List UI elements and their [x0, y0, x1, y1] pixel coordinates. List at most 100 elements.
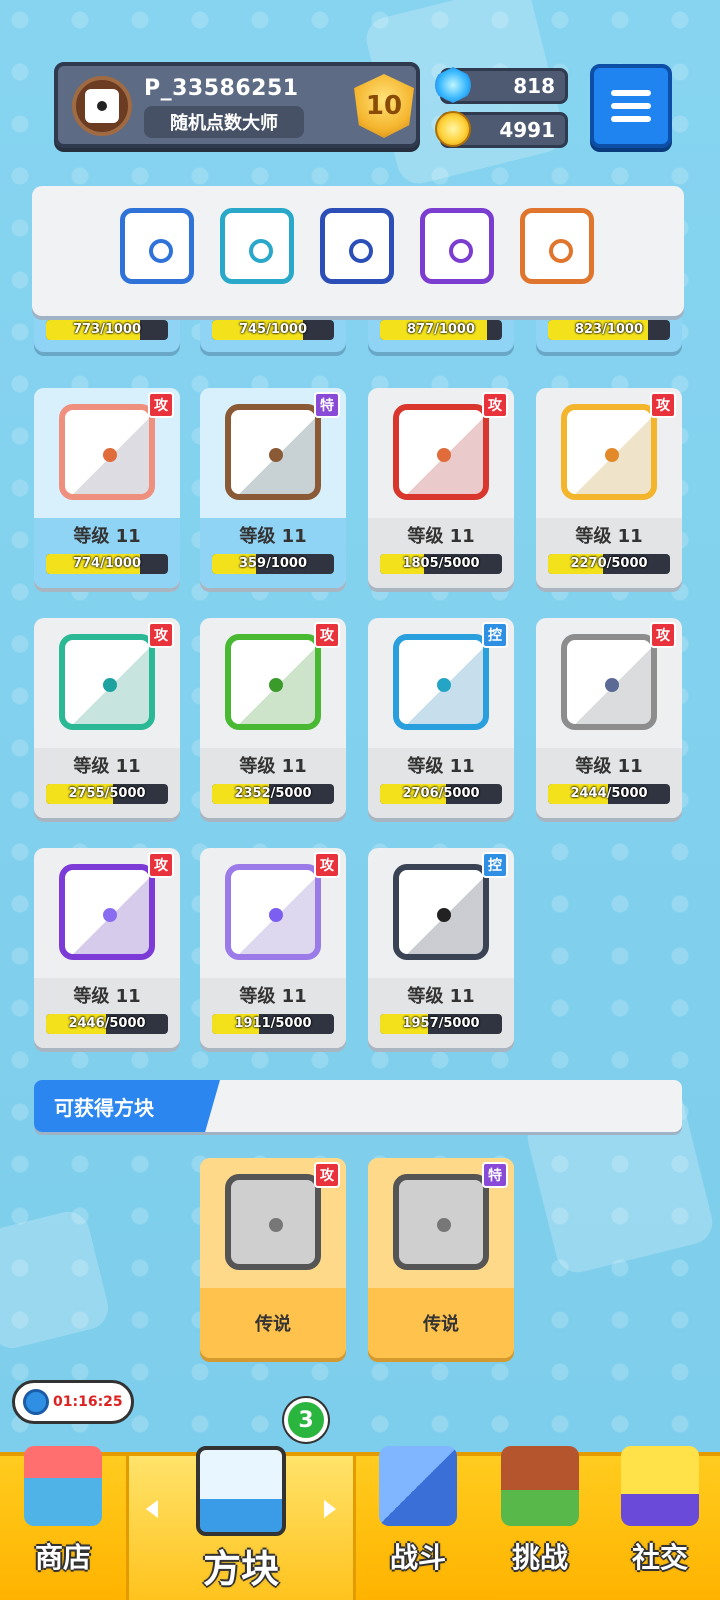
card-level: 等级 11: [407, 756, 475, 777]
dice-icon: [59, 404, 155, 500]
dice-icon: [561, 634, 657, 730]
dice-card[interactable]: 攻等级 11 2755/5000: [34, 618, 180, 818]
card-level: 等级 11: [239, 526, 307, 547]
dice-card[interactable]: 攻等级 11 1911/5000: [200, 848, 346, 1048]
pip-icon: [437, 448, 451, 462]
dice-icon: [225, 404, 321, 500]
legendary-dice-icon: [393, 1174, 489, 1270]
shop-icon: [24, 1446, 102, 1526]
type-tag: 攻: [482, 392, 508, 418]
nav-battle-label: 战斗: [389, 1541, 446, 1574]
progress-bar: 1911/5000: [212, 1014, 334, 1034]
progress-bar: 2706/5000: [380, 784, 502, 804]
type-tag: 攻: [314, 852, 340, 878]
rarity-label: 传说: [423, 1314, 459, 1335]
menu-bar-icon: [611, 116, 651, 122]
legendary-card[interactable]: 攻传说: [200, 1158, 346, 1358]
type-tag: 控: [482, 622, 508, 648]
dice-card[interactable]: 攻等级 11 2352/5000: [200, 618, 346, 818]
nav-challenge[interactable]: 挑战: [480, 1446, 600, 1600]
dice-card[interactable]: 特等级 11 359/1000: [200, 388, 346, 588]
challenge-icon: [501, 1446, 579, 1526]
card-level: 等级 11: [73, 756, 141, 777]
progress-text: 2352/5000: [234, 786, 312, 801]
coin-counter[interactable]: 4991: [435, 111, 568, 148]
dice-card[interactable]: 攻等级 11 1805/5000: [368, 388, 514, 588]
card-partial[interactable]: 745/1000: [200, 316, 346, 352]
dice-card[interactable]: 攻等级 11 2444/5000: [536, 618, 682, 818]
obtainable-title: 可获得方块: [34, 1080, 220, 1132]
card-partial[interactable]: 823/1000: [536, 316, 682, 352]
dice-card[interactable]: 攻等级 11 774/1000: [34, 388, 180, 588]
pip-icon: [605, 448, 619, 462]
progress-bar: 1805/5000: [380, 554, 502, 574]
card-partial[interactable]: 773/1000: [34, 316, 180, 352]
bottom-nav: 商店 方块 战斗 挑战 社交: [0, 1446, 720, 1600]
dice-card[interactable]: 控等级 11 2706/5000: [368, 618, 514, 818]
deck-slot-elemental-dice[interactable]: [520, 208, 594, 284]
profile-panel[interactable]: P_33586251 随机点数大师 10: [54, 62, 420, 148]
pip-icon: [103, 908, 117, 922]
progress-text: 1911/5000: [234, 1016, 312, 1031]
dice-icon: [59, 634, 155, 730]
rarity-label: 传说: [255, 1314, 291, 1335]
card-level: 等级 11: [239, 986, 307, 1007]
nav-shop-label: 商店: [34, 1541, 91, 1574]
dice-icon: [561, 404, 657, 500]
deck-slot-wind-dice[interactable]: [220, 208, 294, 284]
dice-avatar-icon: [85, 89, 119, 123]
dice-icon: [225, 864, 321, 960]
nav-social-label: 社交: [631, 1541, 688, 1574]
pip-icon: [269, 678, 283, 692]
nav-social[interactable]: 社交: [600, 1446, 720, 1600]
dice-icon: [393, 404, 489, 500]
progress-text: 2444/5000: [570, 786, 648, 801]
menu-button[interactable]: [590, 64, 672, 148]
progress-bar: 2444/5000: [548, 784, 670, 804]
nav-next-arrow-icon[interactable]: [324, 1500, 336, 1518]
dice-count-badge: 3: [284, 1398, 328, 1442]
legendary-dice-icon: [225, 1174, 321, 1270]
deck-panel: [32, 186, 684, 316]
progress-text: 773/1000: [72, 322, 142, 337]
dice-box-icon: [196, 1446, 286, 1536]
deck-slot-moon-dice[interactable]: [320, 208, 394, 284]
nav-dice-label: 方块: [202, 1547, 279, 1591]
deck-slot-ice-dice[interactable]: [120, 208, 194, 284]
dice-card[interactable]: 控等级 11 1957/5000: [368, 848, 514, 1048]
nav-prev-arrow-icon[interactable]: [146, 1500, 158, 1518]
pip-icon: [103, 448, 117, 462]
progress-text: 877/1000: [406, 322, 476, 337]
type-tag: 攻: [650, 392, 676, 418]
dice-card[interactable]: 攻等级 11 2446/5000: [34, 848, 180, 1048]
progress-text: 2706/5000: [402, 786, 480, 801]
nav-dice[interactable]: 方块: [126, 1446, 356, 1600]
legendary-card[interactable]: 特传说: [368, 1158, 514, 1358]
type-tag: 攻: [314, 1162, 340, 1188]
deck-slot-arcane-dice[interactable]: [420, 208, 494, 284]
rank-badge[interactable]: 10: [354, 74, 414, 138]
nav-shop[interactable]: 商店: [0, 1446, 126, 1600]
gem-counter[interactable]: 818: [435, 67, 568, 104]
progress-text: 823/1000: [574, 322, 644, 337]
progress-bar: 774/1000: [46, 554, 168, 574]
nav-battle[interactable]: 战斗: [356, 1446, 480, 1600]
card-partial[interactable]: 877/1000: [368, 316, 514, 352]
gem-icon: [435, 67, 471, 103]
progress-bar: 2352/5000: [212, 784, 334, 804]
menu-bar-icon: [611, 103, 651, 109]
type-tag: 攻: [148, 622, 174, 648]
pip-icon: [605, 678, 619, 692]
type-tag: 特: [314, 392, 340, 418]
battle-icon: [379, 1446, 457, 1526]
badge-value: 3: [298, 1407, 314, 1433]
progress-text: 774/1000: [72, 556, 142, 571]
avatar[interactable]: [72, 76, 132, 136]
dice-card[interactable]: 攻等级 11 2270/5000: [536, 388, 682, 588]
timer-value: 01:16:25: [53, 1394, 123, 1410]
nav-challenge-label: 挑战: [511, 1541, 568, 1574]
progress-bar: 2446/5000: [46, 1014, 168, 1034]
progress-text: 359/1000: [238, 556, 308, 571]
gem-value: 818: [513, 74, 555, 98]
progress-text: 2755/5000: [68, 786, 146, 801]
